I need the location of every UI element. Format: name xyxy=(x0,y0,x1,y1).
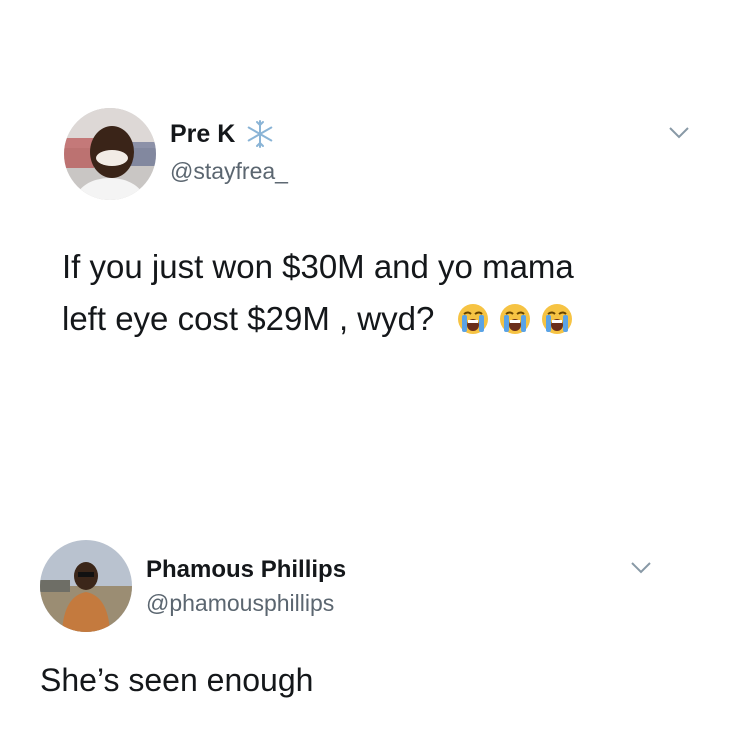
display-name[interactable]: Phamous Phillips xyxy=(146,556,346,584)
tweet-text-line: If you just won $30M and yo mama xyxy=(62,248,574,285)
avatar[interactable] xyxy=(40,540,132,632)
tweet-2: Phamous Phillips @phamousphillips She’s … xyxy=(0,380,750,738)
display-name[interactable]: Pre K xyxy=(170,120,235,149)
loudly-crying-face-icon xyxy=(498,302,532,344)
chevron-down-icon[interactable] xyxy=(668,126,690,145)
tweet-text-line-2: left eye cost $29M , wyd? xyxy=(62,300,574,344)
snowflake-icon xyxy=(245,119,275,154)
tweet-1: Pre K @stayfrea_ If you just won $30M an… xyxy=(0,0,750,380)
tweet-text-line: She’s seen enough xyxy=(40,662,314,698)
loudly-crying-face-icon xyxy=(456,302,490,344)
handle[interactable]: @phamousphillips xyxy=(146,590,334,617)
tweet-text-line: left eye cost $29M , wyd? xyxy=(62,300,435,337)
avatar[interactable] xyxy=(64,108,156,200)
chevron-down-icon[interactable] xyxy=(630,561,652,580)
handle[interactable]: @stayfrea_ xyxy=(170,158,288,185)
loudly-crying-face-icon xyxy=(540,302,574,344)
